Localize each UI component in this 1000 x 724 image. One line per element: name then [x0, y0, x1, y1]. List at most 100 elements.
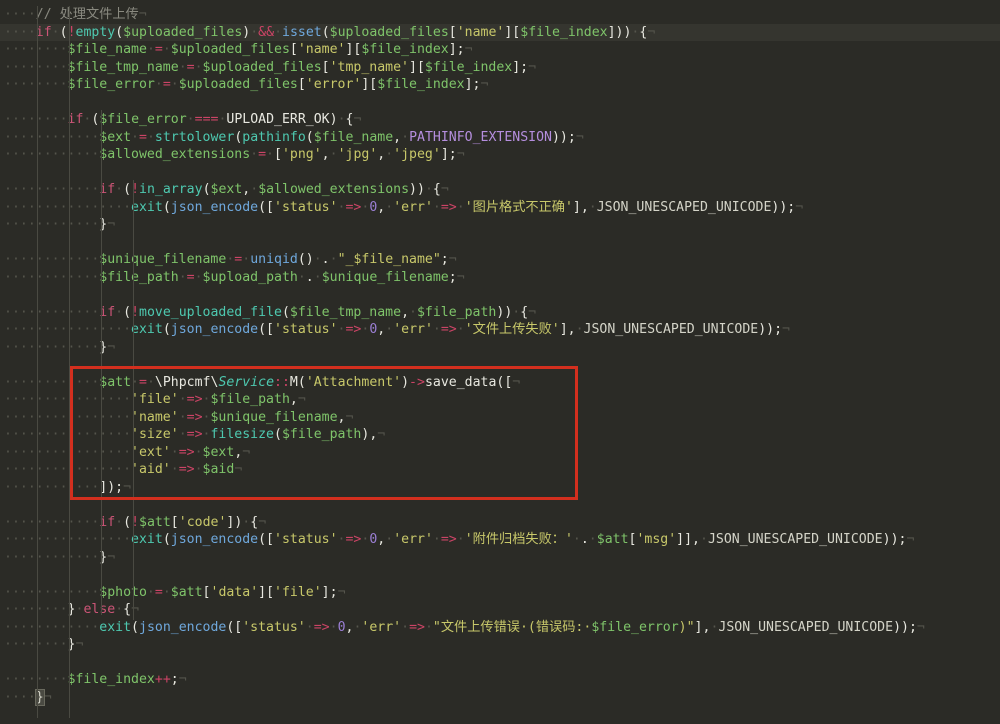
code-token: )) [409, 182, 425, 197]
code-token: // 处理文件上传 [35, 7, 139, 22]
code-token: , [289, 392, 298, 407]
code-line[interactable]: ············]);¬ [0, 479, 1000, 497]
code-line[interactable]: ············$allowed_extensions·=·['png'… [0, 146, 1000, 164]
code-token: ( [123, 304, 132, 320]
code-line[interactable] [0, 94, 1000, 112]
code-line[interactable]: ················'aid'·=>·$aid¬ [0, 461, 1000, 479]
code-line[interactable]: ········$file_error·=·$uploaded_files['e… [0, 76, 1000, 94]
code-line[interactable]: ············$att·=·\Phpcmf\Service::M('A… [0, 374, 1000, 392]
code-line[interactable]: ················'file'·=>·$file_path,¬ [0, 391, 1000, 409]
code-token: JSON_UNESCAPED_UNICODE [718, 619, 894, 635]
code-line[interactable]: ············if·(!in_array($ext,·$allowed… [0, 181, 1000, 199]
code-token: ················ [4, 409, 132, 425]
code-token: · [194, 462, 203, 477]
code-token: · [178, 269, 187, 285]
code-line[interactable]: ····if·(!empty($uploaded_files)·&&·isset… [0, 23, 1000, 41]
code-line[interactable] [0, 566, 1000, 584]
code-token: => [186, 427, 203, 442]
code-editor[interactable]: ····// 处理文件上传¬ ····if·(!empty($uploaded_f… [0, 0, 1000, 724]
code-line[interactable] [0, 234, 1000, 252]
code-line[interactable] [0, 654, 1000, 672]
code-token: [ [289, 42, 298, 57]
code-line[interactable]: ········if·($file_error·===·UPLOAD_ERR_O… [0, 111, 1000, 129]
code-token: ········ [4, 672, 68, 687]
code-line[interactable] [0, 356, 1000, 374]
code-token: ············ [4, 217, 100, 232]
code-token: ], [559, 322, 576, 337]
code-token: ¬ [456, 147, 465, 162]
code-token: ], [572, 199, 589, 215]
code-line[interactable]: ········$file_tmp_name·=·$uploaded_files… [0, 59, 1000, 77]
code-line[interactable]: ········}¬ [0, 636, 1000, 654]
code-token: · [432, 322, 441, 337]
code-token: 'err' [393, 199, 433, 215]
code-token: ¬ [242, 444, 251, 460]
code-line[interactable]: ········}·else·{¬ [0, 601, 1000, 619]
code-token: · [588, 532, 597, 547]
code-token: 'status' [274, 322, 338, 337]
code-line[interactable]: ················'size'·=>·filesize($file… [0, 426, 1000, 444]
code-token: ], [694, 619, 711, 635]
code-token: · [385, 199, 394, 215]
code-line[interactable]: ········$file_name·=·$uploaded_files['na… [0, 41, 1000, 59]
code-line[interactable]: ············}¬ [0, 549, 1000, 567]
code-token: ( [123, 514, 132, 530]
code-line[interactable]: ············exit(json_encode(['status'·=… [0, 619, 1000, 637]
code-token: ! [131, 182, 140, 197]
code-token: json_encode [170, 532, 259, 547]
code-token: ¬ [297, 392, 306, 407]
code-line[interactable]: ············}¬ [0, 216, 1000, 234]
code-token: [ [297, 77, 306, 92]
code-line[interactable]: ············if·(!move_uploaded_file($fil… [0, 304, 1000, 322]
code-token: strtolower [154, 129, 235, 145]
code-token: ················ [4, 462, 132, 477]
code-line[interactable]: ····// 处理文件上传¬ [0, 6, 1000, 24]
code-token: $file_tmp_name [67, 59, 179, 75]
code-token: ········ [4, 77, 68, 92]
code-token: => [186, 392, 203, 407]
code-token: () [297, 252, 314, 267]
code-token: · [329, 619, 338, 635]
code-token: in_array [139, 182, 203, 197]
code-token: => [440, 532, 457, 547]
code-line[interactable]: ············if·(!$att['code'])·{¬ [0, 514, 1000, 532]
code-line[interactable] [0, 286, 1000, 304]
code-line[interactable]: ········$file_index++;¬ [0, 671, 1000, 689]
code-token: · [51, 24, 60, 40]
code-line[interactable]: ············$unique_filename·=·uniqid()·… [0, 251, 1000, 269]
code-line[interactable]: ············$file_path·=·$upload_path·.·… [0, 269, 1000, 287]
code-token: ][ [258, 584, 275, 600]
code-line[interactable] [0, 496, 1000, 514]
code-line[interactable]: ················'ext'·=>·$ext,¬ [0, 444, 1000, 462]
code-token: 'err' [393, 532, 433, 547]
code-line[interactable]: ····}¬ [0, 688, 1000, 707]
code-token: ········ [4, 42, 68, 57]
code-token: ¬ [512, 374, 521, 390]
code-line[interactable]: ············}¬ [0, 339, 1000, 357]
code-token: · [329, 147, 338, 162]
code-line[interactable] [0, 164, 1000, 182]
code-line[interactable]: ················'name'·=>·$unique_filena… [0, 409, 1000, 427]
code-token: ]); [99, 479, 124, 495]
code-line[interactable]: ············$photo·=·$att['data']['file'… [0, 584, 1000, 602]
code-line[interactable]: ················exit(json_encode(['statu… [0, 531, 1000, 549]
code-token: ][ [361, 77, 378, 92]
code-line[interactable]: ················exit(json_encode(['statu… [0, 199, 1000, 217]
code-token: [ [202, 584, 211, 600]
code-token: 'err' [361, 619, 402, 635]
code-line[interactable]: ············$ext·=·strtolower(pathinfo($… [0, 129, 1000, 147]
code-token: filesize [210, 427, 275, 442]
code-token: ]; [440, 147, 457, 162]
code-token: ¬ [43, 689, 52, 705]
code-token: 'error' [305, 77, 362, 92]
code-content[interactable]: ····// 处理文件上传¬ ····if·(!empty($uploaded_f… [0, 6, 1000, 706]
code-token: "文件上传错误·(错误码:· [432, 619, 592, 635]
code-token: · [401, 619, 410, 635]
code-token: · [178, 409, 187, 425]
code-token: uniqid [250, 252, 298, 267]
code-token: · [266, 147, 274, 162]
code-token: { [520, 304, 529, 320]
code-token: ¬ [440, 182, 449, 197]
code-line[interactable]: ················exit(json_encode(['statu… [0, 321, 1000, 339]
code-token: $file_index [377, 77, 465, 92]
